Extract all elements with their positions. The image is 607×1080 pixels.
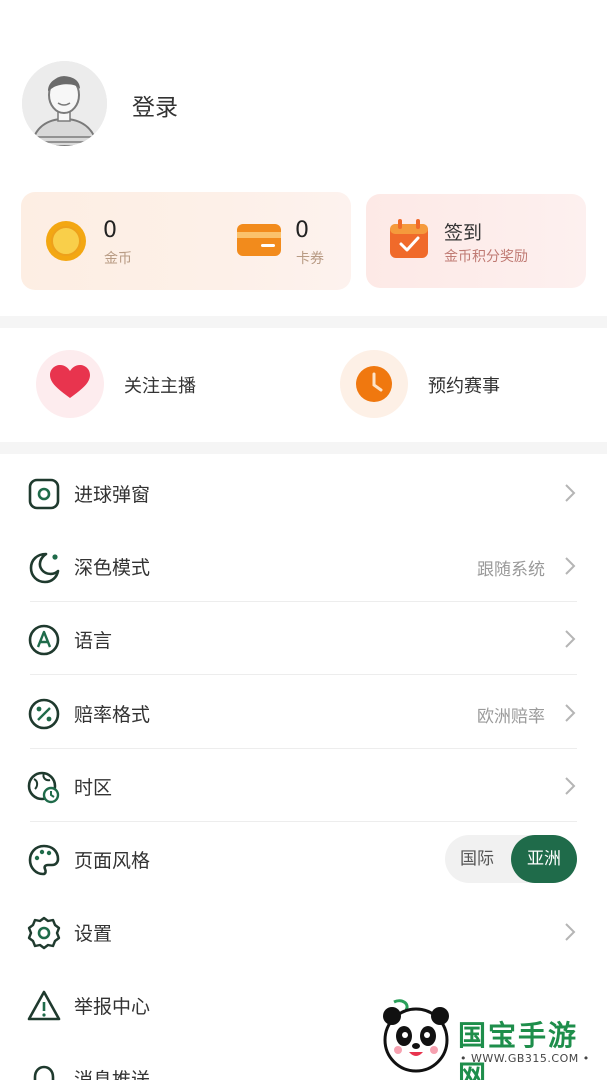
heart-icon xyxy=(36,350,104,418)
menu-label: 页面风格 xyxy=(74,850,151,872)
menu-label: 设置 xyxy=(74,923,113,945)
palette-icon xyxy=(26,842,62,878)
page-style-toggle: 国际 亚洲 xyxy=(445,835,577,883)
follow-streamers-button[interactable]: 关注主播 xyxy=(0,328,300,440)
dark-mode-value: 跟随系统 xyxy=(477,560,545,580)
language-icon xyxy=(26,622,62,658)
user-avatar-icon xyxy=(22,61,107,146)
follow-streamers-label: 关注主播 xyxy=(124,376,196,397)
menu-label: 时区 xyxy=(74,777,113,799)
book-matches-button[interactable]: 预约赛事 xyxy=(304,328,604,440)
gear-icon xyxy=(26,915,62,951)
bell-icon xyxy=(26,1061,62,1080)
menu-label: 深色模式 xyxy=(74,557,151,579)
profile-header: 登录 xyxy=(0,0,607,180)
section-divider xyxy=(0,442,607,454)
menu-label: 进球弹窗 xyxy=(74,484,151,506)
card-icon xyxy=(235,220,283,264)
section-divider xyxy=(0,316,607,328)
clock-icon xyxy=(340,350,408,418)
avatar[interactable] xyxy=(22,61,107,146)
checkin-subtitle: 金币积分奖励 xyxy=(444,249,528,265)
watermark: 国宝手游网 • WWW.GB315.COM • xyxy=(354,986,607,1080)
menu-timezone[interactable]: 时区 xyxy=(0,749,607,822)
coin-label: 金币 xyxy=(104,251,132,267)
menu-settings[interactable]: 设置 xyxy=(0,895,607,968)
menu-goal-popup[interactable]: 进球弹窗 xyxy=(0,456,607,529)
chevron-right-icon xyxy=(563,775,577,797)
watermark-url: • WWW.GB315.COM • xyxy=(460,1052,590,1065)
odds-format-value: 欧洲赔率 xyxy=(477,707,545,727)
checkin-title: 签到 xyxy=(444,222,483,244)
warning-icon xyxy=(26,988,62,1024)
menu-dark-mode[interactable]: 深色模式 跟随系统 xyxy=(0,529,607,602)
menu-label: 举报中心 xyxy=(74,996,151,1018)
wallet-card: 0 金币 0 卡券 xyxy=(21,192,351,290)
menu-label: 语言 xyxy=(74,630,113,652)
menu-label: 消息推送 xyxy=(74,1069,151,1080)
card-count[interactable]: 0 xyxy=(295,218,309,243)
moon-icon xyxy=(26,549,62,585)
calendar-check-icon xyxy=(388,218,430,264)
divider xyxy=(30,674,577,675)
goal-popup-icon xyxy=(26,476,62,512)
watermark-title: 国宝手游网 xyxy=(458,1019,579,1080)
page-style-option-international[interactable]: 国际 xyxy=(445,835,509,883)
checkin-card[interactable]: 签到 金币积分奖励 xyxy=(366,194,586,288)
chevron-right-icon xyxy=(563,921,577,943)
menu-odds-format[interactable]: 赔率格式 欧洲赔率 xyxy=(0,676,607,749)
coin-icon xyxy=(45,220,87,266)
page-style-option-asia[interactable]: 亚洲 xyxy=(511,835,577,883)
card-label: 卡券 xyxy=(296,251,324,267)
coin-count[interactable]: 0 xyxy=(103,218,117,243)
menu-language[interactable]: 语言 xyxy=(0,602,607,675)
chevron-right-icon xyxy=(563,482,577,504)
timezone-icon xyxy=(26,769,62,805)
chevron-right-icon xyxy=(563,555,577,577)
menu-page-style: 页面风格 国际 亚洲 xyxy=(0,822,607,895)
percent-icon xyxy=(26,696,62,732)
chevron-right-icon xyxy=(563,702,577,724)
menu-label: 赔率格式 xyxy=(74,704,151,726)
book-matches-label: 预约赛事 xyxy=(428,376,500,397)
panda-logo-icon xyxy=(376,996,456,1080)
login-link[interactable]: 登录 xyxy=(132,88,178,122)
chevron-right-icon xyxy=(563,628,577,650)
